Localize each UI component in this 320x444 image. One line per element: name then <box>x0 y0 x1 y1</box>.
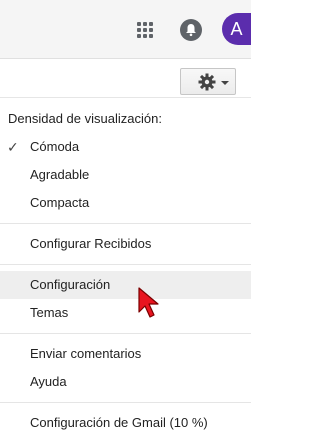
divider <box>0 402 251 403</box>
density-option-comoda[interactable]: ✓ Cómoda <box>0 133 251 161</box>
density-option-label: Compacta <box>30 195 90 210</box>
density-option-label: Agradable <box>30 167 90 182</box>
divider <box>0 223 251 224</box>
chevron-down-icon <box>221 81 229 85</box>
gmail-setup-item[interactable]: Configuración de Gmail (10 %) <box>0 409 251 437</box>
settings-item[interactable]: Configuración <box>0 271 251 299</box>
top-bar: A <box>0 0 251 59</box>
configure-inbox-item[interactable]: Configurar Recibidos <box>0 230 251 258</box>
avatar[interactable]: A <box>222 13 251 45</box>
divider <box>0 264 251 265</box>
apps-grid-icon[interactable] <box>137 22 154 39</box>
density-option-agradable[interactable]: Agradable <box>0 161 251 189</box>
settings-button[interactable] <box>180 68 236 95</box>
mouse-pointer-icon <box>138 287 159 318</box>
divider <box>0 333 251 334</box>
bell-icon[interactable] <box>180 19 202 41</box>
density-header: Densidad de visualización: <box>8 111 162 126</box>
gear-icon <box>198 73 216 91</box>
checkmark-icon: ✓ <box>7 139 19 155</box>
density-option-label: Cómoda <box>30 139 80 154</box>
settings-menu: Densidad de visualización: ✓ Cómoda Agra… <box>0 97 251 444</box>
themes-item[interactable]: Temas <box>0 299 251 327</box>
help-item[interactable]: Ayuda <box>0 368 251 396</box>
send-feedback-item[interactable]: Enviar comentarios <box>0 340 251 368</box>
density-option-compacta[interactable]: Compacta <box>0 189 251 217</box>
